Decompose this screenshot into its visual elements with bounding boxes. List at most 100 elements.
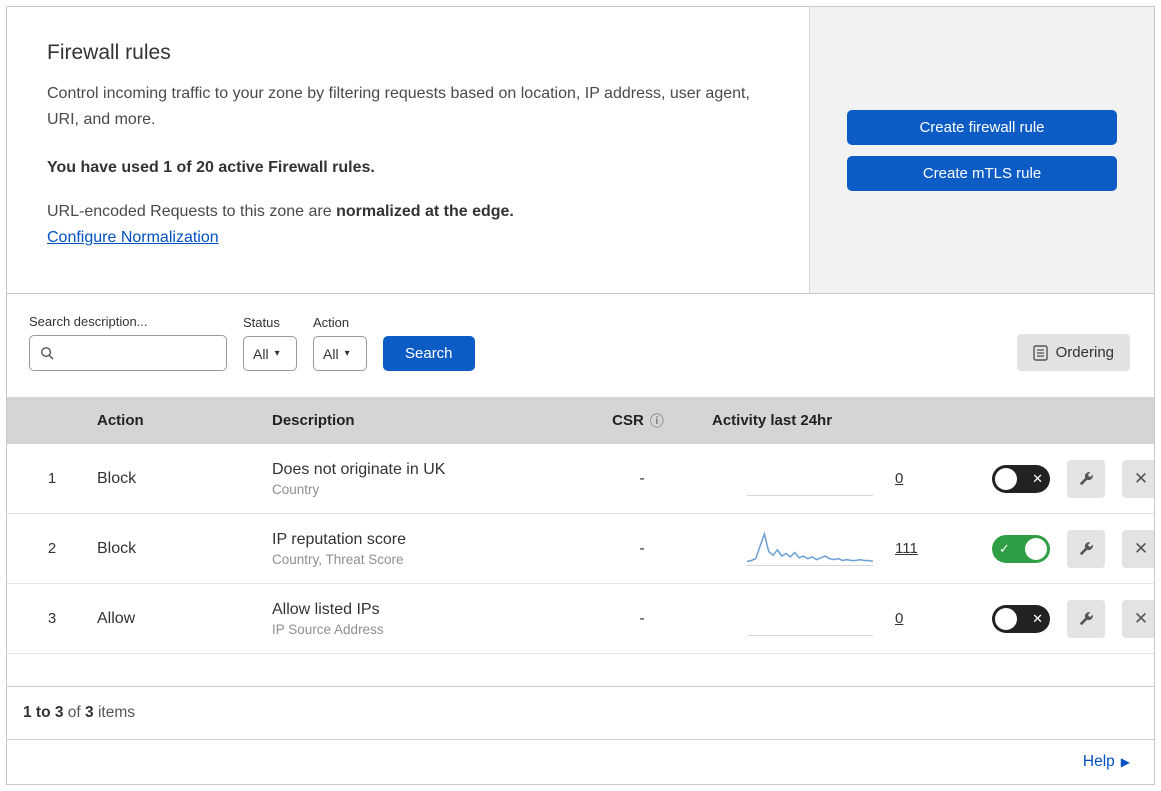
table-row: 3 Allow Allow listed IPs IP Source Addre…	[7, 584, 1154, 654]
close-icon: ✕	[1133, 608, 1149, 628]
rule-enabled-toggle[interactable]: ✕	[992, 604, 1050, 633]
action-selected-value: All	[323, 345, 339, 362]
rule-controls: ✕ ✕	[992, 459, 1154, 498]
of-text: of	[67, 704, 81, 721]
rule-description: IP reputation score	[272, 530, 407, 548]
toggle-off-icon: ✕	[1032, 611, 1043, 626]
table-row: 1 Block Does not originate in UK Country…	[7, 444, 1154, 514]
toggle-off-icon: ✕	[1032, 471, 1043, 486]
help-label: Help	[1082, 753, 1115, 770]
rule-index: 3	[47, 610, 57, 627]
rule-index: 1	[47, 470, 57, 487]
rule-enabled-toggle[interactable]: ✓	[992, 534, 1050, 563]
action-filter-group: Action All ▾	[313, 315, 367, 371]
rule-csr: -	[639, 469, 645, 487]
rule-csr: -	[639, 609, 645, 627]
delete-rule-button[interactable]: ✕	[1122, 599, 1154, 638]
wrench-icon	[1077, 470, 1095, 488]
normalization-note: URL-encoded Requests to this zone are no…	[47, 203, 769, 221]
status-selected-value: All	[253, 345, 269, 362]
table-header: Action Description CSR ⓘ Activity last 2…	[7, 397, 1154, 444]
normalization-bold: normalized at the edge.	[336, 202, 514, 220]
edit-rule-button[interactable]	[1067, 459, 1105, 498]
activity-count-link[interactable]: 111	[895, 540, 918, 557]
info-icon[interactable]: ⓘ	[650, 411, 664, 431]
usage-summary: You have used 1 of 20 active Firewall ru…	[47, 158, 375, 176]
edit-rule-button[interactable]	[1067, 599, 1105, 638]
rule-csr: -	[639, 539, 645, 557]
create-firewall-rule-button[interactable]: Create firewall rule	[847, 109, 1117, 145]
pagination-summary: 1 to 3 of 3 items	[7, 686, 1154, 739]
activity-sparkline	[747, 602, 873, 636]
activity-count-link[interactable]: 0	[895, 470, 903, 487]
action-column-header: Action	[97, 412, 144, 429]
rule-description-cell: Allow listed IPs IP Source Address	[272, 601, 592, 637]
edit-rule-button[interactable]	[1067, 529, 1105, 568]
configure-normalization-link[interactable]: Configure Normalization	[47, 229, 219, 246]
rule-fields: Country, Threat Score	[272, 551, 404, 567]
rule-action: Block	[97, 469, 137, 487]
rule-controls: ✕ ✕	[992, 599, 1154, 638]
activity-sparkline	[747, 462, 873, 496]
delete-rule-button[interactable]: ✕	[1122, 529, 1154, 568]
normalization-prefix: URL-encoded Requests to this zone are	[47, 202, 337, 220]
action-select[interactable]: All ▾	[313, 336, 367, 371]
item-total: 3	[85, 704, 94, 721]
rule-controls: ✓ ✕	[992, 529, 1154, 568]
ordering-button[interactable]: Ordering	[1016, 334, 1130, 371]
help-row: Help ▶	[7, 739, 1154, 784]
chevron-down-icon: ▾	[274, 348, 280, 359]
toggle-knob	[995, 607, 1017, 630]
page-title: Firewall rules	[47, 41, 171, 64]
wrench-icon	[1077, 540, 1095, 558]
activity-column-header: Activity last 24hr	[712, 412, 833, 429]
chevron-down-icon: ▾	[344, 348, 350, 359]
rule-action: Block	[97, 539, 137, 557]
action-panel: Create firewall rule Create mTLS rule	[810, 7, 1154, 293]
action-label: Action	[313, 315, 350, 330]
table-row: 2 Block IP reputation score Country, Thr…	[7, 514, 1154, 584]
search-label: Search description...	[29, 314, 148, 329]
rule-description: Does not originate in UK	[272, 460, 446, 478]
rule-fields: IP Source Address	[272, 621, 384, 637]
close-icon: ✕	[1133, 538, 1149, 558]
search-group: Search description...	[29, 314, 244, 371]
toggle-knob	[1025, 537, 1047, 560]
rule-fields: Country	[272, 481, 320, 497]
status-label: Status	[243, 315, 280, 330]
search-box[interactable]	[29, 335, 244, 371]
csr-header-label: CSR	[612, 412, 644, 429]
rule-activity-cell: 111	[692, 530, 992, 566]
close-icon: ✕	[1133, 468, 1149, 488]
search-button[interactable]: Search	[383, 336, 475, 371]
page-description: Control incoming traffic to your zone by…	[47, 85, 750, 128]
help-arrow-icon: ▶	[1120, 755, 1130, 769]
rule-activity-cell: 0	[692, 462, 992, 496]
header-section: Firewall rules Control incoming traffic …	[7, 7, 1154, 294]
status-filter-group: Status All ▾	[243, 315, 297, 371]
delete-rule-button[interactable]: ✕	[1122, 459, 1154, 498]
firewall-rules-card: Firewall rules Control incoming traffic …	[6, 6, 1155, 785]
rule-description: Allow listed IPs	[272, 600, 380, 618]
create-mtls-rule-button[interactable]: Create mTLS rule	[847, 155, 1117, 191]
wrench-icon	[1077, 610, 1095, 628]
filter-bar: Search description... Status All ▾ Actio…	[7, 294, 1154, 397]
rule-activity-cell: 0	[692, 602, 992, 636]
search-input[interactable]	[63, 345, 244, 361]
rule-index: 2	[47, 540, 57, 557]
status-select[interactable]: All ▾	[243, 336, 297, 371]
rule-action: Allow	[97, 609, 136, 627]
activity-sparkline	[747, 530, 873, 566]
item-range: 1 to 3	[23, 704, 64, 721]
items-text: items	[97, 704, 136, 721]
rule-enabled-toggle[interactable]: ✕	[992, 464, 1050, 493]
ordering-button-label: Ordering	[1055, 344, 1114, 361]
csr-column-header: CSR ⓘ	[592, 411, 692, 431]
rule-description-cell: IP reputation score Country, Threat Scor…	[272, 531, 592, 567]
toggle-on-icon: ✓	[999, 541, 1010, 556]
search-icon	[40, 346, 55, 361]
activity-count-link[interactable]: 0	[895, 610, 903, 627]
help-link[interactable]: Help ▶	[1083, 753, 1130, 771]
ordering-icon	[1032, 344, 1048, 361]
